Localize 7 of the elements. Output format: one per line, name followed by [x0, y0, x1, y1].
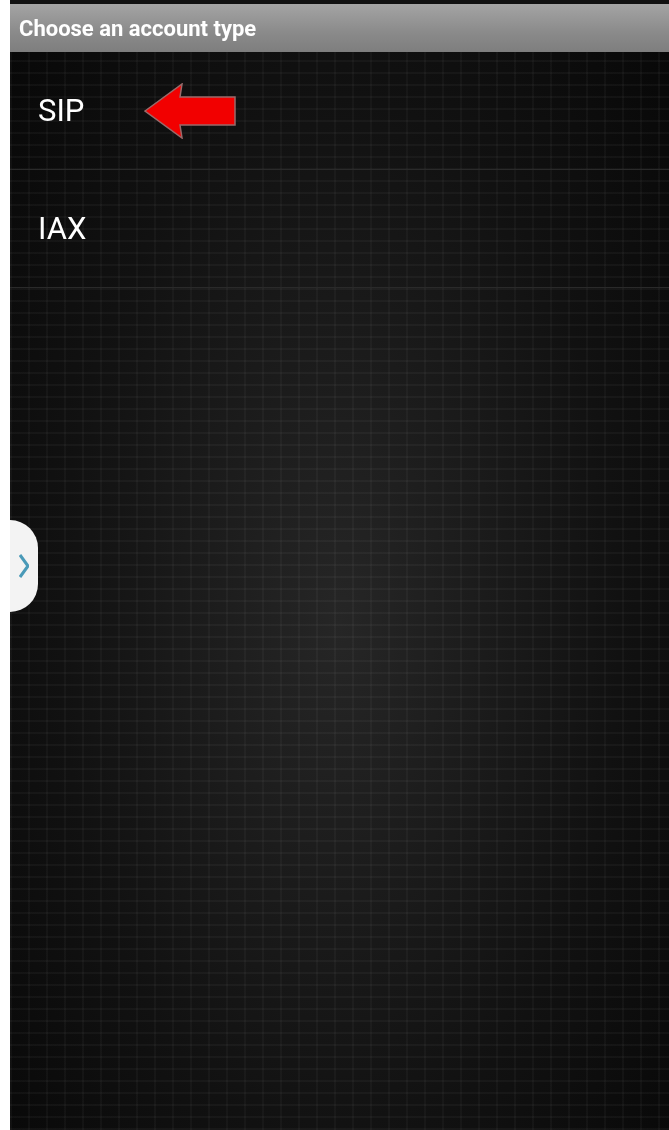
account-type-item[interactable]: SIP [10, 52, 669, 170]
account-type-label: SIP [38, 92, 85, 129]
drawer-handle[interactable] [10, 520, 38, 612]
account-type-label: IAX [38, 210, 87, 247]
account-type-item[interactable]: IAX [10, 170, 669, 288]
chevron-right-icon [19, 554, 29, 578]
dialog-title: Choose an account type [19, 15, 257, 41]
